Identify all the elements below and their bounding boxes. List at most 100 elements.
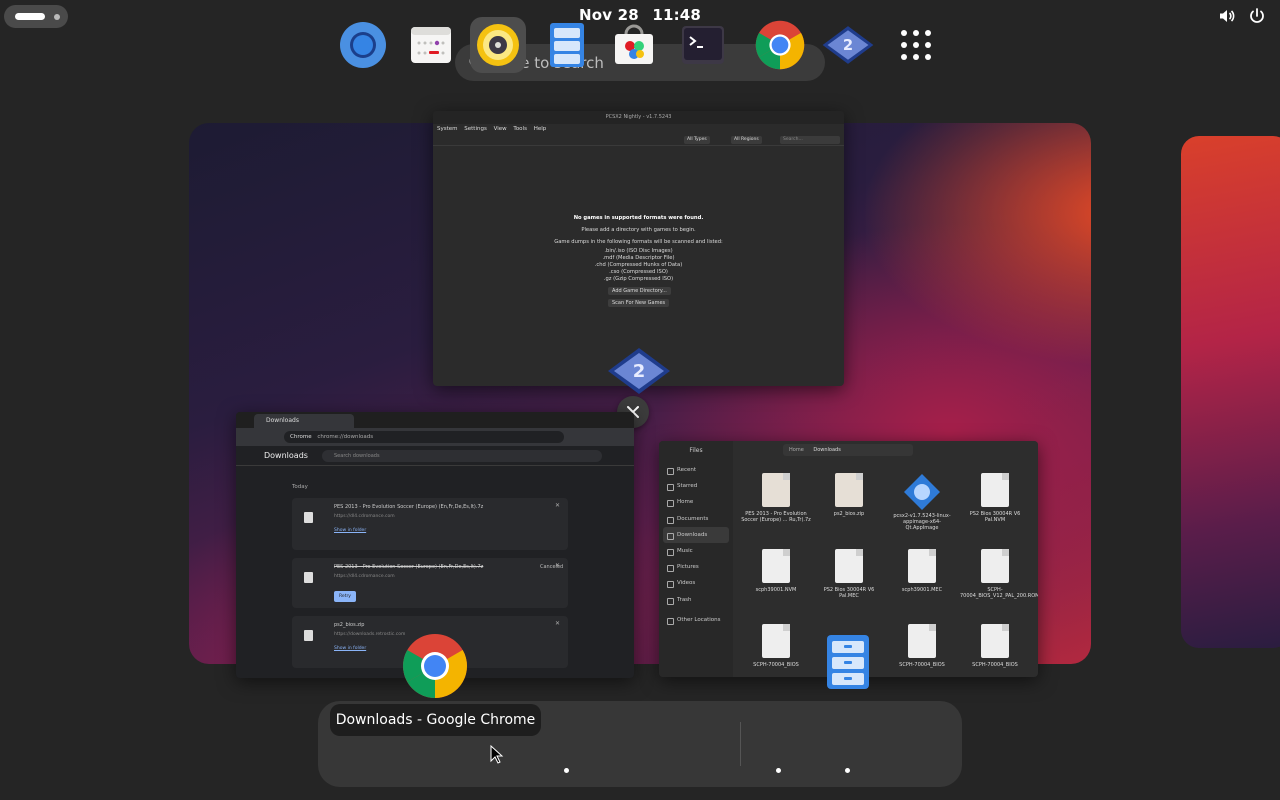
show-in-folder-link[interactable]: Show in folder bbox=[334, 646, 366, 651]
file-item[interactable]: SCPH-70004_BIOS bbox=[887, 624, 957, 668]
dock-app-software[interactable] bbox=[606, 17, 662, 73]
pcsx2-filter-types[interactable]: All Types bbox=[684, 136, 710, 144]
pcsx2-menu-tools[interactable]: Tools bbox=[513, 126, 527, 132]
file-item[interactable]: ps2_bios.zip bbox=[814, 473, 884, 517]
pcsx2-scan-button[interactable]: Scan For New Games bbox=[608, 299, 670, 307]
dock-tooltip: Downloads - Google Chrome bbox=[330, 704, 541, 736]
pcsx2-add-directory-button[interactable]: Add Game Directory... bbox=[608, 287, 671, 295]
dock-app-pcsx2[interactable]: 2 bbox=[820, 17, 876, 73]
calendar-icon bbox=[411, 27, 451, 63]
sidebar-item-downloads[interactable]: Downloads bbox=[663, 526, 729, 543]
file-icon bbox=[304, 572, 313, 583]
document-icon bbox=[908, 624, 936, 658]
chrome-downloads-title: Downloads bbox=[264, 451, 308, 460]
remove-download-icon[interactable]: ✕ bbox=[555, 562, 560, 569]
pcsx2-title: PCSX2 Nightly - v1.7.5243 bbox=[605, 114, 672, 120]
dock-app-google-chrome[interactable] bbox=[752, 17, 808, 73]
files-app-icon bbox=[827, 635, 869, 689]
sidebar-item-other-locations[interactable]: Other Locations bbox=[659, 612, 733, 628]
sidebar-item-recent[interactable]: Recent bbox=[659, 462, 733, 478]
pcsx2-menu-system[interactable]: System bbox=[437, 126, 458, 132]
sidebar-item-home[interactable]: Home bbox=[659, 494, 733, 510]
svg-text:2: 2 bbox=[633, 361, 646, 382]
chrome-tabstrip: Downloads bbox=[236, 412, 634, 428]
chrome-downloads-search[interactable]: Search downloads bbox=[322, 450, 602, 462]
web-browser-icon bbox=[340, 22, 386, 68]
next-workspace-thumbnail[interactable] bbox=[1181, 136, 1280, 648]
download-filename: ps2_bios.zip bbox=[334, 622, 365, 628]
document-icon bbox=[762, 549, 790, 583]
sidebar-item-starred[interactable]: Starred bbox=[659, 478, 733, 494]
pcsx2-format-1: .bin/.iso (ISO Disc Images) bbox=[604, 248, 673, 254]
remove-download-icon[interactable]: ✕ bbox=[555, 502, 560, 509]
file-icon bbox=[304, 512, 313, 523]
breadcrumb-home[interactable]: Home bbox=[789, 447, 804, 453]
dock-app-rhythmbox[interactable] bbox=[470, 17, 526, 73]
file-name: SCPH-70004_BIOS_V12_PAL_200.ROM2 bbox=[960, 587, 1038, 599]
sidebar-item-videos[interactable]: Videos bbox=[659, 575, 733, 591]
retry-button[interactable]: Retry bbox=[334, 591, 356, 602]
file-item[interactable]: pcsx2-v1.7.5243-linux-appimage-x64-Qt.Ap… bbox=[887, 473, 957, 531]
files-breadcrumb[interactable]: Home Downloads bbox=[783, 444, 913, 456]
overview-screen: Nov 28 11:48 PCSX2 Nightly - v1.7.5243 bbox=[0, 0, 1280, 800]
dock-app-web[interactable] bbox=[335, 17, 391, 73]
archive-icon bbox=[762, 473, 790, 507]
download-item[interactable]: PES 2013 - Pro Evolution Soccer (Europe)… bbox=[292, 558, 568, 608]
file-item[interactable]: PS2 Bios 30004R V6 Pal.NVM bbox=[960, 473, 1030, 523]
file-name: ps2_bios.zip bbox=[833, 511, 865, 517]
chrome-address-bar[interactable]: Chrome chrome://downloads bbox=[284, 431, 564, 443]
file-item[interactable]: SCPH-70004_BIOS bbox=[960, 624, 1030, 668]
chrome-downloads-header: Downloads Search downloads bbox=[236, 446, 634, 466]
download-url: https://downloads.retrostic.com bbox=[334, 632, 406, 637]
running-indicator bbox=[564, 768, 569, 773]
file-name: PS2 Bios 30004R V6 Pal.MEC bbox=[823, 587, 875, 599]
sidebar-item-documents[interactable]: Documents bbox=[659, 511, 733, 527]
pcsx2-search[interactable]: Search... bbox=[780, 136, 840, 144]
pcsx2-empty-heading: No games in supported formats were found… bbox=[573, 215, 704, 221]
download-item[interactable]: PES 2013 - Pro Evolution Soccer (Europe)… bbox=[292, 498, 568, 550]
chrome-app-icon bbox=[403, 634, 467, 698]
file-item[interactable]: SCPH-70004_BIOS_V12_PAL_200.ROM2 bbox=[960, 549, 1038, 599]
sidebar-item-pictures[interactable]: Pictures bbox=[659, 559, 733, 575]
pcsx2-icon: 2 bbox=[822, 26, 874, 64]
show-apps-button[interactable] bbox=[888, 17, 944, 73]
pcsx2-filter-regions[interactable]: All Regions bbox=[731, 136, 762, 144]
volume-icon bbox=[1220, 10, 1235, 22]
pcsx2-app-icon: 2 bbox=[608, 348, 670, 394]
pcsx2-format-3: .chd (Compressed Hunks of Data) bbox=[594, 262, 683, 268]
remove-download-icon[interactable]: ✕ bbox=[555, 620, 560, 627]
sidebar-item-trash[interactable]: Trash bbox=[659, 592, 733, 608]
rhythmbox-icon bbox=[477, 24, 519, 66]
file-item[interactable]: scph39001.MEC bbox=[887, 549, 957, 593]
window-preview-pcsx2[interactable]: PCSX2 Nightly - v1.7.5243 System Setting… bbox=[433, 111, 844, 386]
file-name: scph39001.MEC bbox=[901, 587, 943, 593]
chrome-tab-downloads[interactable]: Downloads bbox=[254, 414, 354, 428]
files-icon bbox=[550, 23, 584, 67]
breadcrumb-current[interactable]: Downloads bbox=[813, 447, 840, 453]
sidebar-item-music[interactable]: Music bbox=[659, 543, 733, 559]
files-headerbar: Home Downloads bbox=[733, 441, 1038, 459]
dock-app-calendar[interactable] bbox=[403, 17, 459, 73]
file-name: SCPH-70004_BIOS bbox=[753, 662, 799, 668]
file-item[interactable]: PES 2013 - Pro Evolution Soccer (Europe)… bbox=[741, 473, 811, 523]
file-item[interactable]: scph39001.NVM bbox=[741, 549, 811, 593]
document-icon bbox=[908, 549, 936, 583]
document-icon bbox=[981, 473, 1009, 507]
pcsx2-menu-settings[interactable]: Settings bbox=[464, 126, 487, 132]
chrome-address-url: chrome://downloads bbox=[317, 434, 374, 440]
pcsx2-menu-view[interactable]: View bbox=[494, 126, 507, 132]
show-in-folder-link[interactable]: Show in folder bbox=[334, 528, 366, 533]
pcsx2-menu-help[interactable]: Help bbox=[534, 126, 547, 132]
file-item[interactable]: PS2 Bios 30004R V6 Pal.MEC bbox=[814, 549, 884, 599]
pcsx2-format-2: .mdf (Media Descriptor File) bbox=[602, 255, 675, 261]
pcsx2-titlebar: PCSX2 Nightly - v1.7.5243 bbox=[433, 111, 844, 124]
dock-app-terminal[interactable] bbox=[675, 17, 731, 73]
document-icon bbox=[762, 624, 790, 658]
chrome-icon bbox=[755, 20, 805, 70]
system-menu[interactable] bbox=[1218, 7, 1266, 25]
file-item[interactable]: SCPH-70004_BIOS bbox=[741, 624, 811, 668]
file-name: PES 2013 - Pro Evolution Soccer (Europe)… bbox=[741, 511, 811, 523]
dock-separator bbox=[740, 722, 741, 766]
power-icon bbox=[1250, 8, 1264, 23]
dock-app-files[interactable] bbox=[539, 17, 595, 73]
